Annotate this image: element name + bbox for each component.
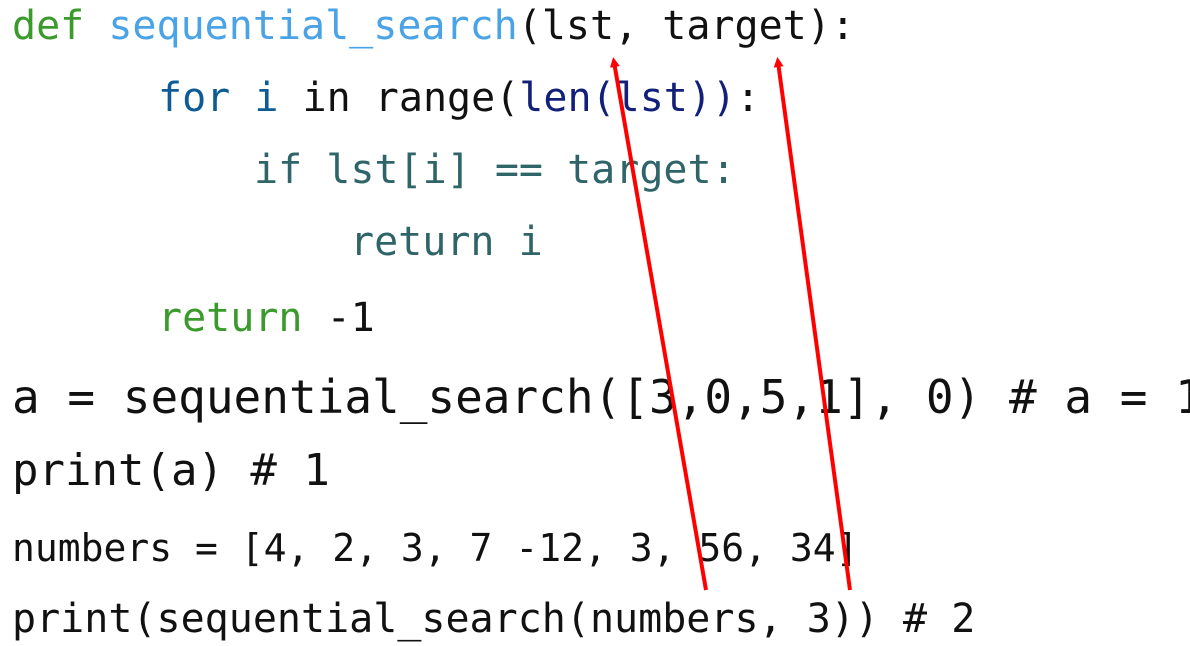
code-line-return-minus-one: return -1: [158, 298, 375, 338]
arrow-to-lst-param: [609, 57, 708, 591]
keyword-in: in: [302, 75, 351, 121]
code-line-print-call: print(sequential_search(numbers, 3)) # 2: [12, 596, 976, 642]
function-name: sequential_search: [108, 3, 518, 49]
for-colon: :: [736, 75, 761, 121]
code-line-def: def sequential_search(lst, target):: [12, 6, 855, 46]
function-params: (lst, target):: [517, 3, 855, 49]
code-line-call-a: a = sequential_search([3,0,5,1], 0) # a …: [12, 370, 1190, 424]
range-call: range(: [374, 75, 520, 121]
keyword-for: for: [158, 75, 231, 121]
len-call: len(: [519, 75, 616, 121]
len-argument: lst: [615, 75, 688, 121]
arrow-to-target-param: [773, 57, 852, 591]
return-value: -1: [302, 295, 375, 341]
code-line-if: if lst[i] == target:: [254, 147, 736, 193]
code-line-return-i: return i: [350, 219, 543, 265]
loop-variable: i: [254, 75, 279, 121]
closing-parens: )): [687, 75, 737, 121]
keyword-def: def: [12, 3, 85, 49]
code-line-numbers: numbers = [4, 2, 3, 7 -12, 3, 56, 34]: [12, 526, 859, 570]
code-line-print-a: print(a) # 1: [12, 445, 330, 496]
keyword-return: return: [158, 295, 303, 341]
code-line-for: for i in range(len(lst)):: [158, 78, 760, 118]
